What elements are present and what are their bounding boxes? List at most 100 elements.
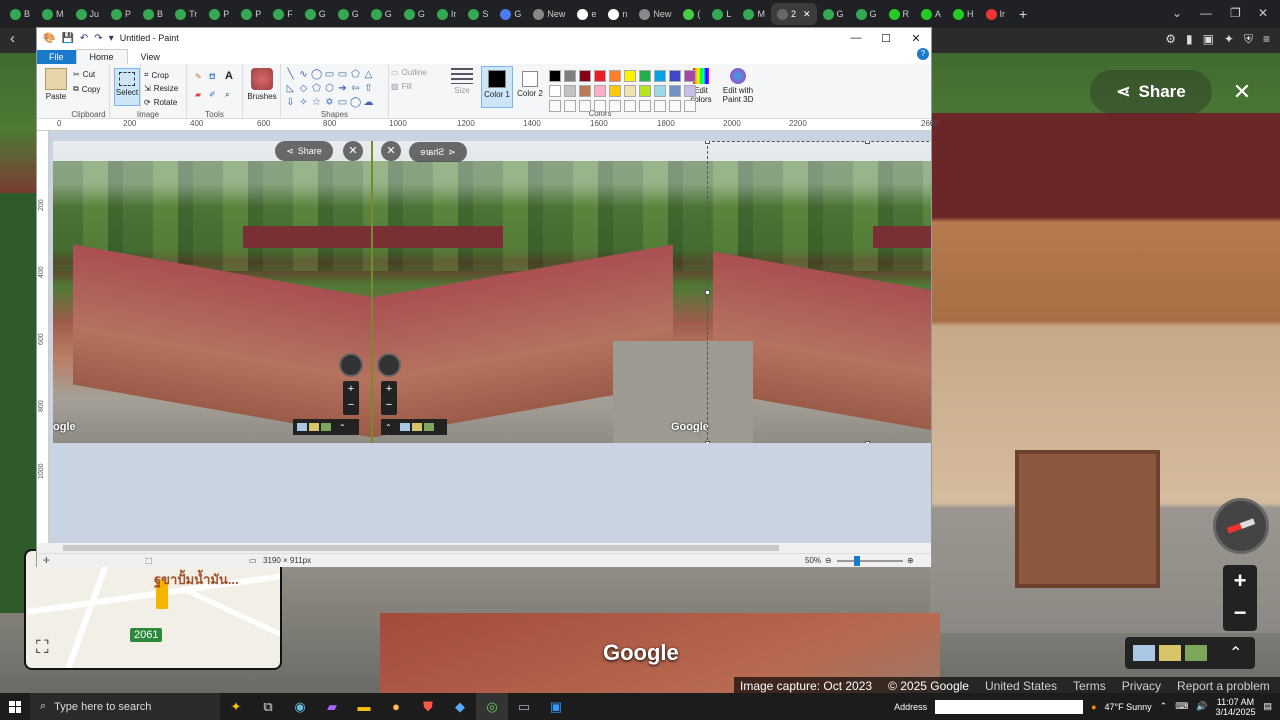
country-link[interactable]: United States (985, 679, 1057, 693)
browser-tab[interactable]: F (267, 3, 299, 25)
shape-option-icon[interactable]: ☆ (311, 97, 322, 108)
tab-search-icon[interactable]: ⌄ (1172, 6, 1182, 20)
copilot-sparkle-icon[interactable]: ✦ (220, 693, 252, 720)
shape-option-icon[interactable]: ⬠ (350, 69, 361, 80)
color-swatch[interactable] (624, 85, 636, 97)
minimap[interactable]: ฐขาปั้มน้ำมัน... 2061 ⛶ (24, 549, 282, 670)
shape-option-icon[interactable]: ◇ (298, 83, 309, 94)
screenshot-icon[interactable]: ▣ (1203, 32, 1214, 47)
browser-tab[interactable]: S (462, 3, 494, 25)
color-swatch[interactable] (564, 85, 576, 97)
expand-up-icon[interactable]: ⌃ (1229, 643, 1242, 663)
browser-tab[interactable]: Ir (431, 3, 463, 25)
clock[interactable]: 11:07 AM 3/14/2025 (1215, 697, 1255, 717)
back-arrow-icon[interactable]: ‹ (10, 30, 15, 47)
app-icon[interactable]: ◆ (444, 693, 476, 720)
browser-tab[interactable]: G (850, 3, 883, 25)
edit-paint3d-button[interactable]: Edit with Paint 3D (719, 68, 757, 104)
tab-close-icon[interactable]: ✕ (803, 9, 811, 20)
file-menu[interactable]: File (37, 50, 76, 64)
browser-tab[interactable]: H (947, 3, 980, 25)
notifications-icon[interactable]: ▤ (1263, 701, 1272, 712)
color-swatch[interactable] (594, 70, 606, 82)
copilot-icon[interactable]: ◉ (284, 693, 316, 720)
browser-tab[interactable]: Ir (980, 3, 1012, 25)
task-view-icon[interactable]: ⧉ (252, 693, 284, 720)
browser-tab[interactable]: G (365, 3, 398, 25)
color-swatch[interactable] (684, 85, 696, 97)
street-view-close-icon[interactable]: ✕ (1222, 70, 1262, 114)
browser-tab[interactable]: New (633, 3, 677, 25)
color1-button[interactable]: Color 1 (481, 66, 513, 108)
quick-access-dropdown-icon[interactable]: ▾ (109, 33, 114, 44)
text-tool-icon[interactable]: A (225, 70, 233, 82)
horizontal-scrollbar[interactable] (49, 543, 931, 553)
browser-tab[interactable]: G (332, 3, 365, 25)
browser-tab[interactable]: n (602, 3, 633, 25)
zoom-slider[interactable] (837, 560, 903, 562)
browser-tab[interactable]: 2 ✕ (770, 3, 817, 25)
shape-option-icon[interactable]: ◯ (311, 69, 322, 80)
shield-icon[interactable]: ⛨ (1244, 32, 1253, 47)
weather-text[interactable]: 47°F Sunny (1105, 702, 1152, 712)
shape-option-icon[interactable]: ◯ (350, 97, 361, 108)
shape-option-icon[interactable]: ◺ (285, 83, 296, 94)
save-icon[interactable]: 💾 (61, 33, 73, 44)
custom-color-swatch[interactable] (639, 100, 651, 112)
browser-tab[interactable]: e (571, 3, 602, 25)
terms-link[interactable]: Terms (1073, 679, 1106, 693)
sidebar-icon[interactable]: ▮ (1186, 32, 1193, 47)
copy-button[interactable]: ⧉ Copy (73, 84, 100, 94)
report-problem-link[interactable]: Report a problem (1177, 679, 1270, 693)
color-swatch[interactable] (639, 85, 651, 97)
app-icon[interactable]: ▭ (508, 693, 540, 720)
browser-tab[interactable]: G (494, 3, 527, 25)
magnifier-icon[interactable]: ⌕ (225, 90, 229, 100)
fullscreen-icon[interactable]: ⛶ (36, 637, 49, 658)
eraser-icon[interactable]: ▰ (195, 90, 201, 99)
taskbar-search-box[interactable]: ⌕ Type here to search (30, 693, 220, 720)
custom-color-swatch[interactable] (564, 100, 576, 112)
file-explorer-icon[interactable]: ▬ (348, 693, 380, 720)
zoom-in-icon[interactable]: ⊕ (907, 556, 914, 565)
shape-option-icon[interactable]: △ (363, 69, 374, 80)
color-swatch[interactable] (669, 70, 681, 82)
custom-color-swatch[interactable] (684, 100, 696, 112)
browser-tab[interactable]: G (398, 3, 431, 25)
browser-tab[interactable]: G (817, 3, 850, 25)
browser-tab[interactable]: Tr (169, 3, 203, 25)
browser-tab[interactable]: L (706, 3, 737, 25)
zoom-slider-knob[interactable] (854, 556, 860, 566)
zoom-out-icon[interactable]: ⊖ (825, 556, 832, 565)
color-swatch[interactable] (639, 70, 651, 82)
selection-handle[interactable] (865, 441, 870, 443)
select-button[interactable]: Select (114, 68, 140, 106)
custom-color-swatch[interactable] (624, 100, 636, 112)
browser-tab[interactable]: R (883, 3, 916, 25)
layer-thumb[interactable] (1133, 645, 1155, 661)
shape-option-icon[interactable]: ∿ (298, 69, 309, 80)
browser-tab[interactable]: G (299, 3, 332, 25)
tray-chevron-icon[interactable]: ⌃ (1160, 701, 1168, 712)
color-swatch[interactable] (564, 70, 576, 82)
selection-handle[interactable] (705, 290, 710, 295)
custom-color-swatch[interactable] (549, 100, 561, 112)
new-tab-button[interactable]: + (1019, 6, 1027, 22)
cut-button[interactable]: ✂ Cut (73, 70, 95, 79)
outline-button[interactable]: ▭ Outline (391, 68, 427, 77)
start-button[interactable] (0, 693, 30, 720)
color2-button[interactable]: Color 2 (515, 66, 545, 98)
zoom-in-button[interactable]: + (1223, 565, 1257, 597)
browser-tab[interactable]: P (105, 3, 137, 25)
paint-maximize-icon[interactable]: ☐ (871, 28, 901, 48)
street-view-share-button[interactable]: ⋖ Share (1090, 70, 1212, 114)
fill-bucket-icon[interactable]: ⛾ (209, 72, 216, 82)
browser-tab[interactable]: A (915, 3, 947, 25)
extension-icon[interactable]: ⚙ (1165, 32, 1176, 47)
color-swatch[interactable] (654, 70, 666, 82)
tab-home[interactable]: Home (75, 49, 128, 64)
browser-tab[interactable]: New (527, 3, 571, 25)
tab-view[interactable]: View (128, 50, 173, 64)
custom-color-swatch[interactable] (654, 100, 666, 112)
volume-icon[interactable]: 🔊 (1196, 701, 1207, 712)
